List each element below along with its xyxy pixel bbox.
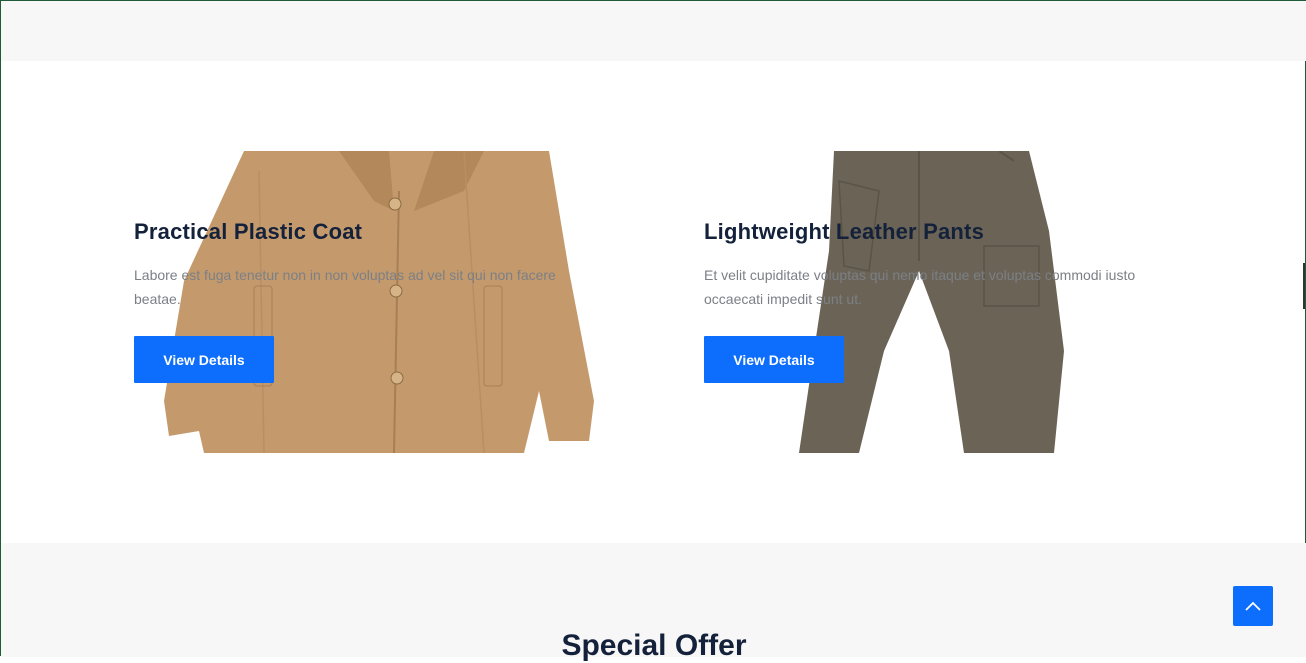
product-title: Practical Plastic Coat <box>134 219 363 244</box>
product-card-coat: Practical Plastic Coat Labore est fuga t… <box>134 151 614 453</box>
scrollbar-edge <box>1303 263 1305 309</box>
section-title: Special Offer <box>561 629 747 662</box>
chevron-up-icon <box>1245 601 1261 611</box>
top-section-band <box>1 1 1306 61</box>
product-card-pants: Lightweight Leather Pants Et velit cupid… <box>704 151 1184 453</box>
view-details-button[interactable]: View Details <box>134 336 274 383</box>
product-title: Lightweight Leather Pants <box>704 219 985 244</box>
product-description: Et velit cupiditate voluptas qui nemo it… <box>704 267 1136 307</box>
scroll-to-top-button[interactable] <box>1233 586 1273 626</box>
product-description: Labore est fuga tenetur non in non volup… <box>134 267 556 307</box>
view-details-button[interactable]: View Details <box>704 336 844 383</box>
